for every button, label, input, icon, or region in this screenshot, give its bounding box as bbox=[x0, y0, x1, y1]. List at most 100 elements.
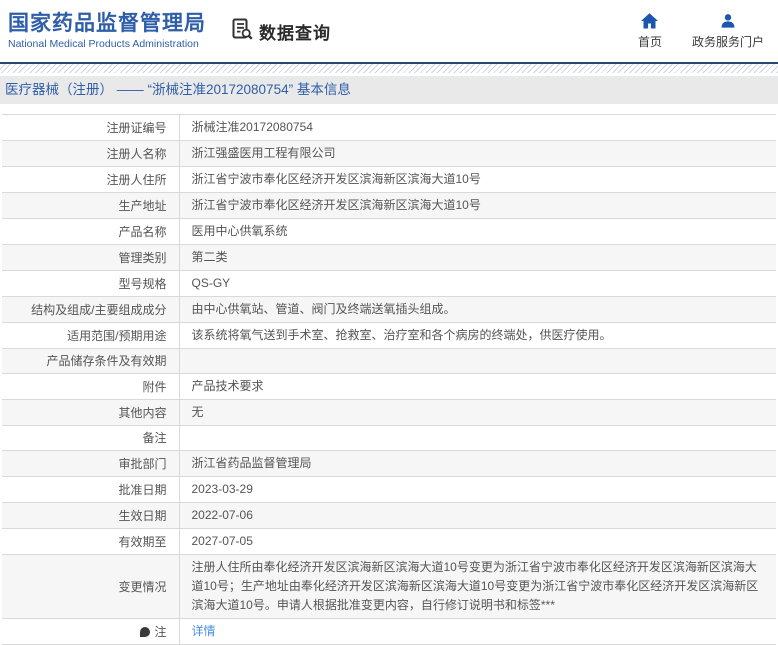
row-value-cell: 2023-03-29 bbox=[179, 476, 776, 503]
table-row: 生效日期 2022-07-06 bbox=[2, 502, 776, 529]
row-label: 产品名称 bbox=[118, 224, 167, 239]
table-row: 结构及组成/主要组成成分 由中心供氧站、管道、阀门及终端送氧插头组成。 bbox=[2, 296, 776, 323]
row-value: 浙江强盛医用工程有限公司 bbox=[191, 146, 336, 160]
row-label: 有效期至 bbox=[118, 534, 167, 549]
row-label-cell: 审批部门 bbox=[2, 450, 180, 477]
row-value-cell: 产品技术要求 bbox=[179, 373, 776, 400]
row-label: 审批部门 bbox=[118, 456, 167, 471]
row-label: 变更情况 bbox=[118, 579, 167, 594]
row-label: 适用范围/预期用途 bbox=[67, 328, 167, 343]
row-label-cell: 结构及组成/主要组成成分 bbox=[2, 296, 180, 323]
nav-item-home[interactable]: 首页 bbox=[638, 12, 662, 50]
table-row: 适用范围/预期用途 该系统将氧气送到手术室、抢救室、治疗室和各个病房的终端处，供医… bbox=[2, 322, 776, 349]
row-label-cell: 适用范围/预期用途 bbox=[2, 322, 180, 349]
table-row: 批准日期 2023-03-29 bbox=[2, 476, 776, 503]
row-value: 浙江省宁波市奉化区经济开发区滨海新区滨海大道10号 bbox=[191, 198, 481, 212]
table-row: 有效期至 2027-07-05 bbox=[2, 528, 776, 555]
detail-link[interactable]: 详情 bbox=[192, 624, 216, 638]
logo-title-en: National Medical Products Administration bbox=[8, 38, 199, 50]
page-title: 医疗器械（注册） —— “浙械注准20172080754” 基本信息 bbox=[0, 76, 778, 104]
nav-item-portal[interactable]: 政务服务门户 bbox=[692, 13, 764, 50]
row-value: 浙江省宁波市奉化区经济开发区滨海新区滨海大道10号 bbox=[191, 172, 481, 186]
row-label-cell: 型号规格 bbox=[2, 270, 180, 297]
row-value: 2023-03-29 bbox=[191, 482, 253, 496]
row-value: 医用中心供氧系统 bbox=[191, 224, 288, 238]
table-row: 管理类别 第二类 bbox=[2, 244, 776, 271]
row-value-cell bbox=[179, 425, 776, 451]
row-label: 批准日期 bbox=[118, 482, 167, 497]
row-value-cell: 第二类 bbox=[179, 244, 776, 271]
row-label: 型号规格 bbox=[118, 276, 167, 291]
row-value: 产品技术要求 bbox=[191, 379, 264, 393]
row-value-cell: 浙江省宁波市奉化区经济开发区滨海新区滨海大道10号 bbox=[179, 166, 776, 193]
row-value-cell: 由中心供氧站、管道、阀门及终端送氧插头组成。 bbox=[179, 296, 776, 323]
note-icon bbox=[140, 626, 151, 637]
row-label: 注册人名称 bbox=[106, 146, 167, 161]
row-value-cell: 2027-07-05 bbox=[179, 528, 776, 555]
row-value-cell: 浙江省宁波市奉化区经济开发区滨海新区滨海大道10号 bbox=[179, 192, 776, 219]
row-value-cell: 无 bbox=[179, 399, 776, 426]
doc-search-icon bbox=[230, 17, 254, 46]
row-value: 2027-07-05 bbox=[191, 534, 253, 548]
row-value: 由中心供氧站、管道、阀门及终端送氧插头组成。 bbox=[191, 302, 456, 316]
row-label: 注册人住所 bbox=[106, 172, 167, 187]
row-label-cell: 产品储存条件及有效期 bbox=[2, 348, 180, 374]
row-label-cell: 管理类别 bbox=[2, 244, 180, 271]
row-label-cell: 注册人名称 bbox=[2, 140, 180, 167]
table-row: 注册证编号 浙械注准20172080754 bbox=[2, 114, 776, 141]
row-value-cell: 浙江强盛医用工程有限公司 bbox=[179, 140, 776, 167]
row-value-cell: 浙械注准20172080754 bbox=[179, 114, 776, 141]
row-label-cell: 注 bbox=[2, 618, 180, 645]
table-row: 产品名称 医用中心供氧系统 bbox=[2, 218, 776, 245]
row-value-cell: 医用中心供氧系统 bbox=[179, 218, 776, 245]
row-label-cell: 批准日期 bbox=[2, 476, 180, 503]
table-row: 注 详情 bbox=[2, 618, 776, 645]
row-label: 附件 bbox=[142, 379, 167, 394]
row-label-cell: 有效期至 bbox=[2, 528, 180, 555]
table-row: 型号规格 QS-GY bbox=[2, 270, 776, 297]
table-row: 注册人名称 浙江强盛医用工程有限公司 bbox=[2, 140, 776, 167]
row-value: 2022-07-06 bbox=[191, 508, 253, 522]
row-label: 注册证编号 bbox=[106, 120, 167, 135]
table-row: 生产地址 浙江省宁波市奉化区经济开发区滨海新区滨海大道10号 bbox=[2, 192, 776, 219]
row-label-cell: 生产地址 bbox=[2, 192, 180, 219]
logo-title-cn: 国家药品监督管理局 bbox=[8, 12, 206, 35]
row-label: 管理类别 bbox=[118, 250, 167, 265]
row-label-cell: 注册证编号 bbox=[2, 114, 180, 141]
row-label-cell: 产品名称 bbox=[2, 218, 180, 245]
row-value-cell: 该系统将氧气送到手术室、抢救室、治疗室和各个病房的终端处，供医疗使用。 bbox=[179, 322, 776, 349]
data-query-label: 数据查询 bbox=[259, 23, 331, 43]
row-value-cell: 浙江省药品监督管理局 bbox=[179, 450, 776, 477]
row-label-cell: 备注 bbox=[2, 425, 180, 451]
table-row: 其他内容 无 bbox=[2, 399, 776, 426]
row-label: 产品储存条件及有效期 bbox=[46, 354, 167, 368]
row-label: 结构及组成/主要组成成分 bbox=[31, 302, 167, 317]
nmpa-logo[interactable]: 国家药品监督管理局 National Medical Products Admi… bbox=[8, 12, 206, 50]
table-row: 附件 产品技术要求 bbox=[2, 373, 776, 400]
row-label: 生产地址 bbox=[118, 198, 167, 213]
data-query-section[interactable]: 数据查询 bbox=[230, 17, 331, 46]
header-nav: 首页 政务服务门户 bbox=[638, 12, 764, 50]
row-label-cell: 注册人住所 bbox=[2, 166, 180, 193]
row-label-cell: 附件 bbox=[2, 373, 180, 400]
row-value: 该系统将氧气送到手术室、抢救室、治疗室和各个病房的终端处，供医疗使用。 bbox=[191, 328, 612, 342]
row-value-cell: 注册人住所由奉化经济开发区滨海新区滨海大道10号变更为浙江省宁波市奉化区经济开发… bbox=[179, 554, 776, 619]
site-header: 国家药品监督管理局 National Medical Products Admi… bbox=[0, 0, 778, 62]
row-label-cell: 变更情况 bbox=[2, 554, 180, 619]
registration-info-table: 注册证编号 浙械注准20172080754 注册人名称 浙江强盛医用工程有限公司 注册人… bbox=[2, 114, 776, 645]
row-value: 第二类 bbox=[191, 250, 228, 264]
row-label: 注 bbox=[154, 624, 167, 639]
row-value-cell: 详情 bbox=[179, 618, 776, 645]
row-value-cell: 2022-07-06 bbox=[179, 502, 776, 529]
row-value: 浙械注准20172080754 bbox=[191, 120, 313, 134]
row-label-cell: 其他内容 bbox=[2, 399, 180, 426]
row-value: QS-GY bbox=[191, 276, 231, 290]
info-table-body: 注册证编号 浙械注准20172080754 注册人名称 浙江强盛医用工程有限公司 注册人… bbox=[2, 114, 776, 645]
row-value: 无 bbox=[191, 405, 204, 419]
row-label-cell: 生效日期 bbox=[2, 502, 180, 529]
row-value: 注册人住所由奉化经济开发区滨海新区滨海大道10号变更为浙江省宁波市奉化区经济开发… bbox=[191, 560, 759, 612]
table-row: 注册人住所 浙江省宁波市奉化区经济开发区滨海新区滨海大道10号 bbox=[2, 166, 776, 193]
row-label: 生效日期 bbox=[118, 508, 167, 523]
nav-item-label: 政务服务门户 bbox=[691, 34, 764, 49]
table-row: 审批部门 浙江省药品监督管理局 bbox=[2, 450, 776, 477]
